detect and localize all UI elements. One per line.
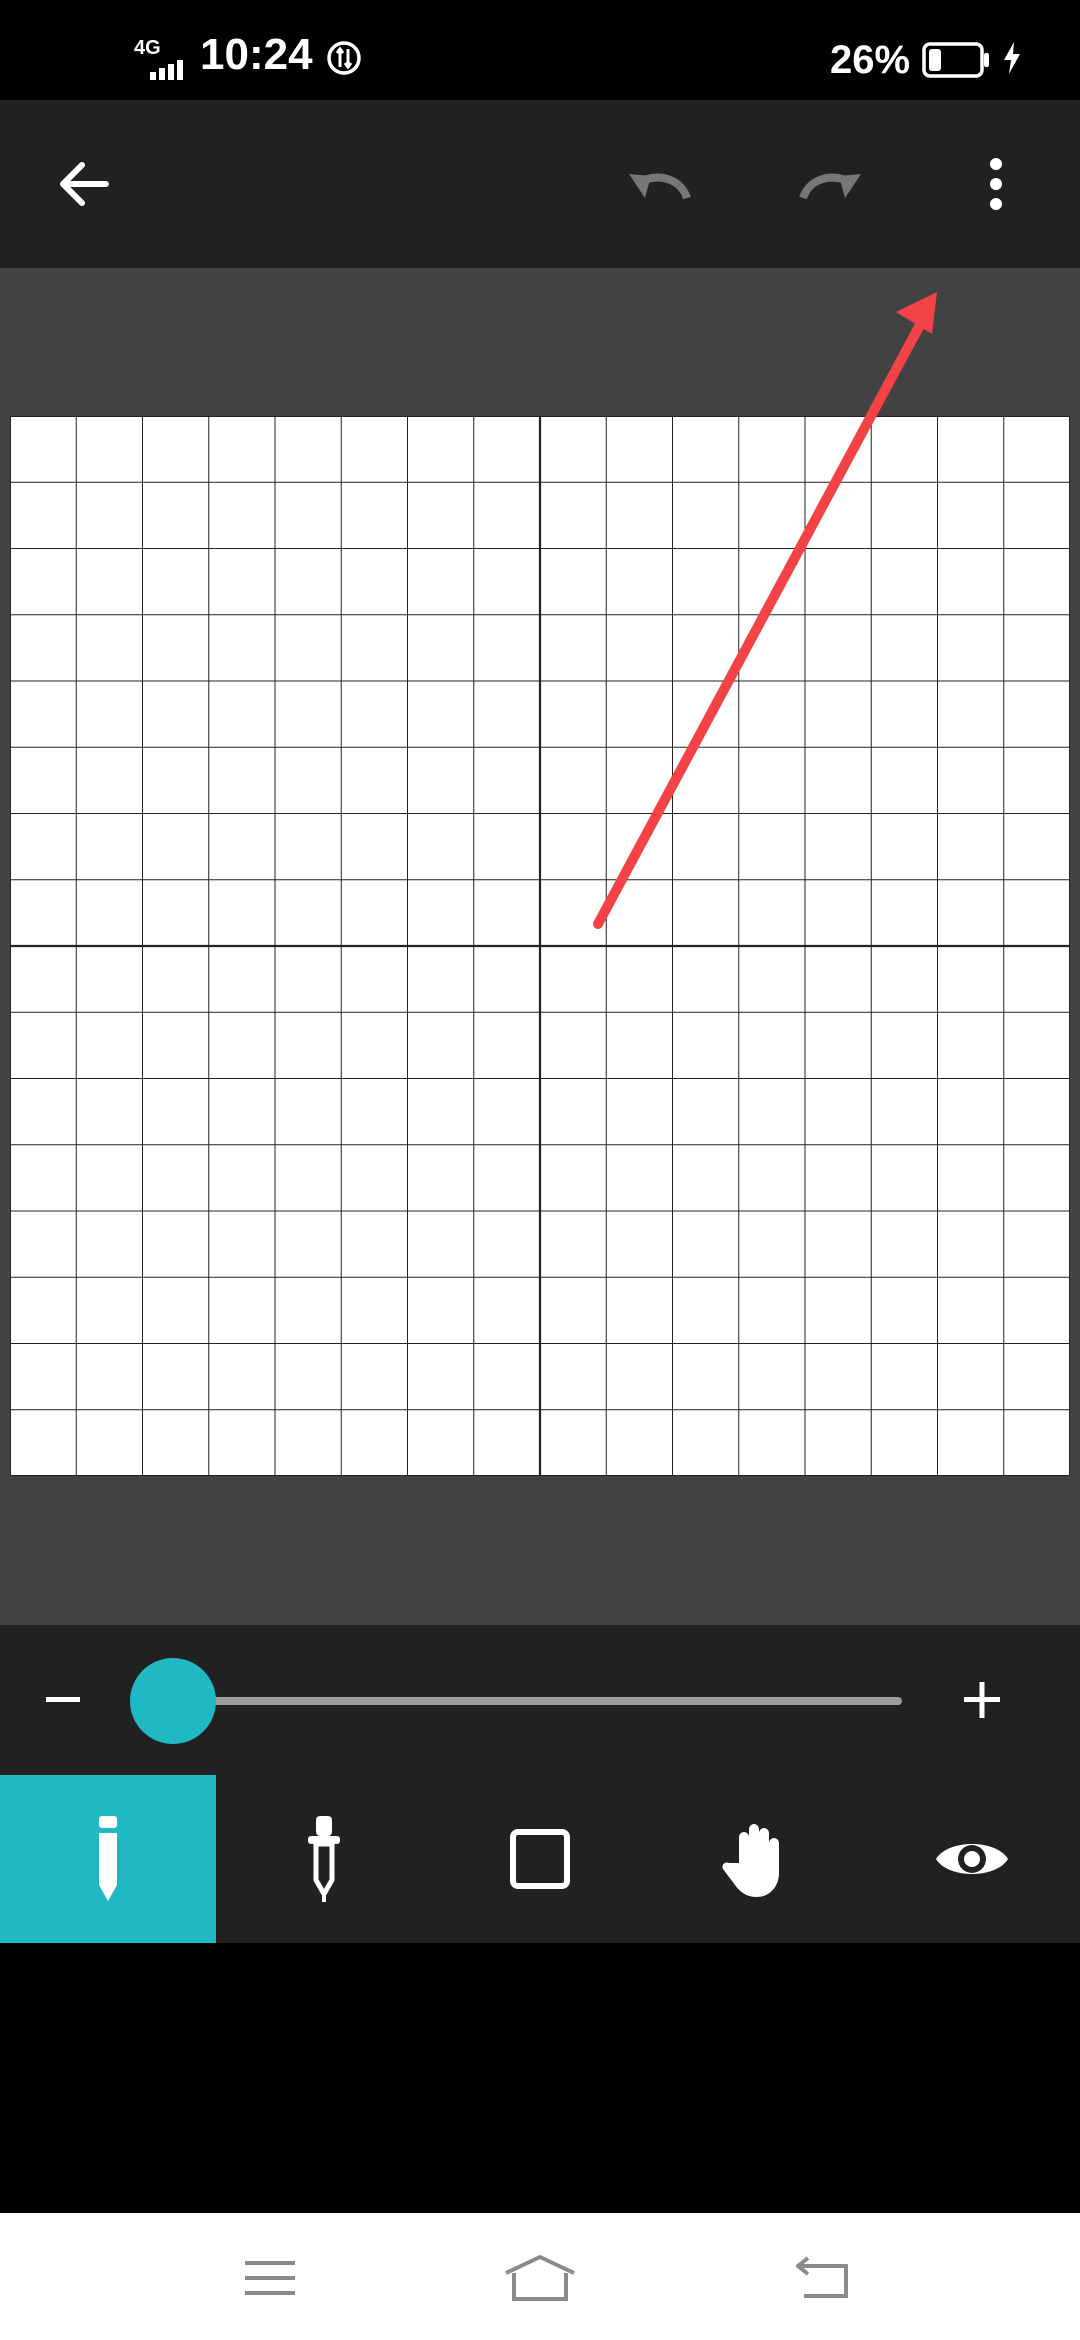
zoom-out-button[interactable]: − xyxy=(44,1655,144,1745)
zoom-bar: − + xyxy=(0,1625,1080,1775)
home-icon xyxy=(505,2255,575,2301)
preview-tool-button[interactable] xyxy=(864,1775,1080,1943)
zoom-slider-thumb[interactable] xyxy=(130,1658,216,1744)
minus-icon xyxy=(46,1697,80,1702)
nav-back-button[interactable] xyxy=(764,2233,884,2323)
nav-menu-button[interactable] xyxy=(210,2233,330,2323)
system-nav-bar xyxy=(0,2213,1080,2340)
menu-icon xyxy=(245,2261,295,2295)
pan-tool-button[interactable] xyxy=(648,1775,864,1943)
nav-home-button[interactable] xyxy=(480,2233,600,2323)
color-picker-tool-button[interactable] xyxy=(216,1775,432,1943)
hand-icon xyxy=(722,1824,779,1897)
empty-area xyxy=(0,1943,1080,2213)
zoom-slider-track[interactable] xyxy=(174,1697,902,1705)
plus-icon xyxy=(964,1682,1000,1718)
color-picker-icon xyxy=(308,1816,340,1902)
zoom-in-button[interactable]: + xyxy=(960,1655,1060,1745)
square-select-icon xyxy=(510,1829,570,1889)
select-tool-button[interactable] xyxy=(432,1775,648,1943)
tool-bar xyxy=(0,1775,1080,1943)
back-icon xyxy=(796,2256,848,2298)
pencil-tool-button[interactable] xyxy=(0,1775,216,1943)
pencil-icon xyxy=(99,1816,117,1901)
eye-icon xyxy=(936,1844,1008,1874)
